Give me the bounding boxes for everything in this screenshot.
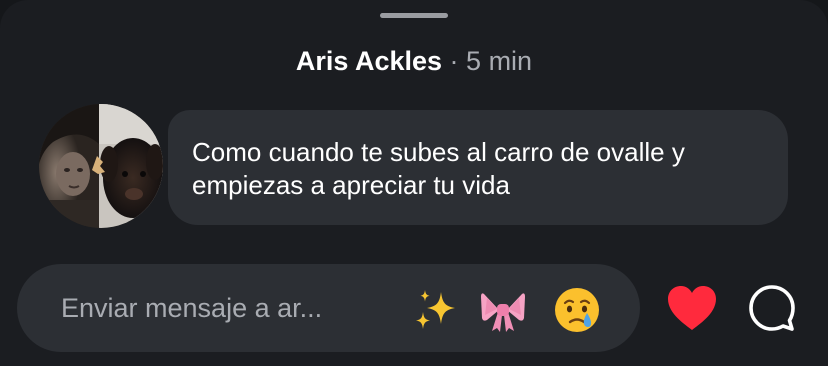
comment-bubble-icon — [749, 285, 795, 331]
comment-header: Aris Ackles · 5 min — [0, 44, 828, 78]
comment-button[interactable] — [747, 283, 797, 333]
separator-dot: · — [449, 46, 459, 76]
comment-timestamp: 5 min — [466, 46, 533, 76]
message-input[interactable] — [61, 264, 401, 352]
reply-sheet: Aris Ackles · 5 min Como cuando te subes… — [0, 0, 828, 366]
sparkles-emoji-button[interactable] — [411, 286, 459, 334]
avatar-collage-image — [39, 104, 163, 228]
author-avatar[interactable] — [39, 104, 163, 228]
sparkles-icon — [416, 290, 455, 329]
message-composer — [17, 264, 640, 352]
ribbon-emoji-button[interactable] — [479, 286, 527, 334]
crying-face-icon — [555, 288, 599, 332]
comment-text: Como cuando te subes al carro de ovalle … — [192, 137, 685, 200]
pink-ribbon-icon — [481, 293, 525, 332]
sheet-grabber-handle[interactable] — [380, 13, 448, 18]
crying-face-emoji-button[interactable] — [553, 286, 601, 334]
author-name[interactable]: Aris Ackles — [296, 46, 442, 76]
like-button[interactable] — [665, 284, 719, 332]
heart-icon — [668, 286, 716, 330]
comment-bubble[interactable]: Como cuando te subes al carro de ovalle … — [168, 110, 788, 225]
